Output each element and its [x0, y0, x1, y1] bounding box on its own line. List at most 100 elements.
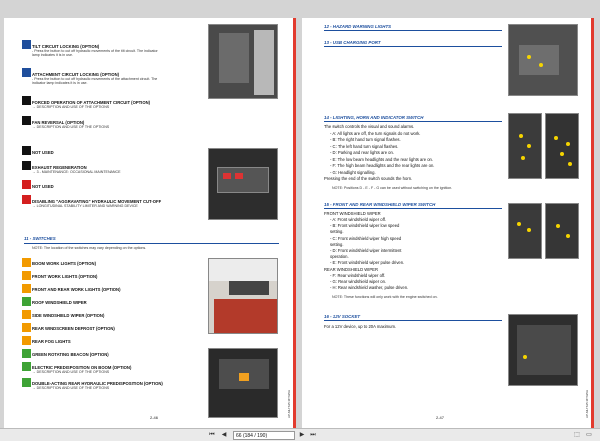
section-15-note: NOTE: These functions will only work wit…	[332, 295, 438, 299]
indicator-icon-2	[22, 161, 31, 170]
option-desc: → DESCRIPTION AND USE OF THE OPTIONS	[32, 105, 110, 109]
section-14-rule	[324, 121, 502, 122]
section-13-rule	[324, 46, 502, 47]
hazard-usb-photo	[508, 24, 578, 96]
option-desc: indicator lamp indicates it is in use.	[32, 81, 88, 85]
section-15-heading: 15 - FRONT AND REAR WINDSHIELD WIPER SWI…	[324, 202, 436, 207]
front-wiper-line: - D: Front windshield wiper intermittent	[330, 248, 402, 253]
front-wiper-line: - C: Front windshield wiper high speed	[330, 235, 402, 241]
socket-photo	[508, 314, 578, 386]
section-16-text: For a 12V device, up to 20A maximum.	[324, 324, 397, 329]
section-12-rule	[324, 30, 502, 31]
section-16-rule	[324, 320, 502, 321]
option-icon-1	[22, 40, 31, 49]
pdf-viewer: 11 - SWITCHES NOTE: The location of the …	[0, 0, 600, 441]
switch-title: REAR WINDSCREEN DEFROST (OPTION)	[32, 326, 115, 331]
left-page-number: 2-46	[150, 415, 159, 420]
front-wiper-line: - E: Front windshield wiper pulse driven…	[330, 260, 405, 266]
switch-icon-3	[22, 284, 31, 293]
rear-wiper-label: REAR WINDSHIELD WIPER	[324, 267, 378, 272]
option-desc: lamp indicates it is in use.	[32, 53, 73, 57]
indicator-icon-4	[22, 195, 31, 204]
indicator-desc: → 3 - MAINTENANCE: OCCASIONAL MAINTENANC…	[32, 170, 121, 174]
front-wiper-line: setting.	[330, 229, 344, 235]
section-11-rule	[24, 243, 279, 244]
right-page-edge	[591, 18, 594, 428]
rear-wiper-line: - F: Rear windshield wiper off.	[330, 273, 386, 278]
section-14-note: NOTE: Positions D - E - F - G can be use…	[332, 186, 453, 190]
dashboard-photo-mid-left	[208, 148, 278, 220]
indicator-title: NOT USED	[32, 184, 54, 189]
section-15-rule	[324, 208, 502, 209]
front-wiper-line: - B: Front windshield wiper low speed	[330, 223, 400, 229]
section-16-heading: 16 - 12V SOCKET	[324, 314, 361, 319]
switch-title: GREEN ROTATING BEACON (OPTION)	[32, 352, 109, 357]
switch-icon-5	[22, 310, 31, 319]
switch-icon-7	[22, 336, 31, 345]
switch-title: SIDE WINDSHIELD WIPER (OPTION)	[32, 313, 105, 318]
cab-photo-top-left	[208, 24, 278, 99]
lighting-switch-photo-1	[508, 113, 542, 179]
lighting-line: - D: Parking and rear lights are on.	[330, 150, 395, 155]
lighting-line: - G: Headlight signalling.	[330, 169, 376, 175]
switch-icon-4	[22, 297, 31, 306]
switch-icon-8	[22, 349, 31, 358]
section-11-heading: 11 - SWITCHES	[24, 236, 56, 241]
switch-title: FRONT WORK LIGHTS (OPTION)	[32, 274, 98, 279]
lighting-line: Pressing the end of the switch sounds th…	[324, 176, 413, 181]
option-desc: → DESCRIPTION AND USE OF THE OPTIONS	[32, 125, 110, 129]
front-wiper-line: operation.	[330, 254, 349, 260]
switch-title: ROOF WINDSHIELD WIPER	[32, 300, 87, 305]
lighting-line: - F: The high beam headlights and the re…	[330, 163, 435, 168]
switches-photo-1	[208, 258, 278, 334]
section-12-heading: 12 - HAZARD WARNING LIGHTS	[324, 24, 392, 29]
wiper-switch-photo-2	[545, 203, 579, 259]
switch-desc: → DESCRIPTION AND USE OF THE OPTIONS	[32, 386, 110, 390]
fit-width-icon[interactable]: ▭	[584, 431, 594, 440]
left-page: 11 - SWITCHES NOTE: The location of the …	[4, 18, 296, 428]
indicator-desc: → LONGITUDINAL STABILITY LIMITER AND WAR…	[32, 204, 138, 208]
lighting-line: - A: All lights are off, the turn signal…	[330, 130, 421, 136]
viewer-toolbar: ⏮ ◀ 66 (184 / 190) ▶ ⏭ ⬚ ▭	[0, 428, 600, 441]
first-page-button[interactable]: ⏮	[207, 431, 217, 440]
switch-title: BOOM WORK LIGHTS (OPTION)	[32, 261, 96, 266]
next-page-button[interactable]: ▶	[297, 431, 307, 440]
section-14-heading: 14 - LIGHTING, HORN AND INDICATOR SWITCH	[324, 115, 424, 120]
switch-icon-10	[22, 378, 31, 387]
lighting-line: - E: The low beam headlights and the rea…	[330, 156, 434, 162]
left-page-edge	[293, 18, 296, 428]
switch-icon-1	[22, 258, 31, 267]
right-page: 12 - HAZARD WARNING LIGHTS 13 - USB CHAR…	[302, 18, 594, 428]
option-icon-2	[22, 68, 31, 77]
lighting-line: - B: The right hand turn signal flashes.	[330, 137, 401, 142]
lighting-line: The switch controls the visual and sound…	[324, 124, 415, 129]
page-number-field[interactable]: 66 (184 / 190)	[233, 431, 295, 440]
switch-desc: → DESCRIPTION AND USE OF THE OPTIONS	[32, 370, 110, 374]
indicator-icon-3	[22, 180, 31, 189]
rear-wiper-line: - G: Rear windshield wiper on.	[330, 279, 387, 285]
rear-wiper-line: - H: Rear windshield washer, pulse drive…	[330, 285, 409, 291]
indicator-icon-1	[22, 146, 31, 155]
switches-photo-2	[208, 348, 278, 418]
fit-page-icon[interactable]: ⬚	[572, 431, 582, 440]
lighting-switch-photo-2	[545, 113, 579, 179]
front-wiper-line: - A: Front windshield wiper off.	[330, 217, 387, 222]
last-page-button[interactable]: ⏭	[308, 431, 318, 440]
section-11-note: NOTE: The location of the switches may v…	[32, 246, 147, 250]
prev-page-button[interactable]: ◀	[219, 431, 229, 440]
switch-icon-2	[22, 271, 31, 280]
right-side-reference: AP-MLT625 MT625H	[585, 389, 589, 418]
switch-title: FRONT AND REAR WORK LIGHTS (OPTION)	[32, 287, 121, 292]
wiper-switch-photo-1	[508, 203, 542, 259]
left-side-reference: AP-MLT625 MT625H	[287, 389, 291, 418]
right-page-number: 2-47	[436, 415, 445, 420]
section-13-heading: 13 - USB CHARGING PORT	[324, 40, 381, 45]
option-icon-3	[22, 96, 31, 105]
switch-icon-6	[22, 323, 31, 332]
switch-icon-9	[22, 362, 31, 371]
front-wiper-label: FRONT WINDSHIELD WIPER	[324, 211, 381, 216]
front-wiper-line: setting.	[330, 241, 344, 247]
lighting-line: - C: The left hand turn signal flashes.	[330, 143, 399, 149]
option-icon-4	[22, 116, 31, 125]
indicator-title: NOT USED	[32, 150, 54, 155]
